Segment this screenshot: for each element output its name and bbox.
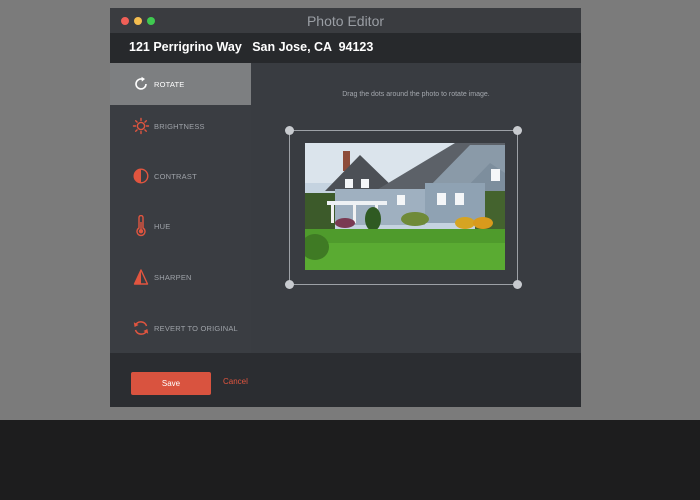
sidebar-item-label: REVERT TO ORIGINAL bbox=[154, 323, 238, 333]
rotate-hint: Drag the dots around the photo to rotate… bbox=[342, 91, 490, 98]
contrast-icon bbox=[130, 165, 152, 187]
sidebar-item-contrast[interactable]: CONTRAST bbox=[110, 155, 251, 197]
sidebar-item-label: HUE bbox=[154, 221, 171, 231]
rotate-handle-top-left[interactable] bbox=[285, 126, 294, 135]
action-footer: Save Cancel bbox=[110, 353, 581, 407]
sidebar-item-sharpen[interactable]: SHARPEN bbox=[110, 256, 251, 298]
rotate-icon bbox=[130, 73, 152, 95]
sidebar-item-rotate[interactable]: ROTATE bbox=[110, 63, 251, 105]
window-title: Photo Editor bbox=[306, 13, 385, 29]
tools-sidebar: ROTATE BRIGHTNESS CONTRAST HUE SHARPEN R… bbox=[110, 63, 251, 353]
rotate-handle-bottom-left[interactable] bbox=[285, 280, 294, 289]
save-button[interactable]: Save bbox=[131, 372, 211, 395]
sun-icon bbox=[130, 115, 152, 137]
sidebar-item-brightness[interactable]: BRIGHTNESS bbox=[110, 105, 251, 147]
sidebar-item-label: CONTRAST bbox=[154, 171, 197, 181]
rotate-handle-bottom-right[interactable] bbox=[513, 280, 522, 289]
revert-icon bbox=[130, 317, 152, 339]
sidebar-item-revert[interactable]: REVERT TO ORIGINAL bbox=[110, 307, 251, 349]
property-address: 121 Perrigrino Way San Jose, CA 94123 bbox=[129, 40, 374, 54]
sidebar-item-label: BRIGHTNESS bbox=[154, 121, 205, 131]
address-bar: 121 Perrigrino Way San Jose, CA 94123 bbox=[110, 33, 581, 63]
cancel-button[interactable]: Cancel bbox=[223, 377, 248, 386]
house-photo bbox=[305, 143, 505, 270]
sidebar-item-hue[interactable]: HUE bbox=[110, 205, 251, 247]
rotation-frame bbox=[285, 126, 522, 289]
photo-editor-window: Photo Editor 121 Perrigrino Way San Jose… bbox=[110, 8, 581, 407]
rotate-handle-top-right[interactable] bbox=[513, 126, 522, 135]
thermometer-icon bbox=[130, 215, 152, 237]
title-bar: Photo Editor bbox=[110, 8, 581, 33]
photo-canvas: Drag the dots around the photo to rotate… bbox=[251, 63, 581, 353]
sidebar-item-label: ROTATE bbox=[154, 79, 185, 89]
background-band bbox=[0, 420, 700, 500]
sidebar-item-label: SHARPEN bbox=[154, 272, 192, 282]
triangle-icon bbox=[130, 266, 152, 288]
